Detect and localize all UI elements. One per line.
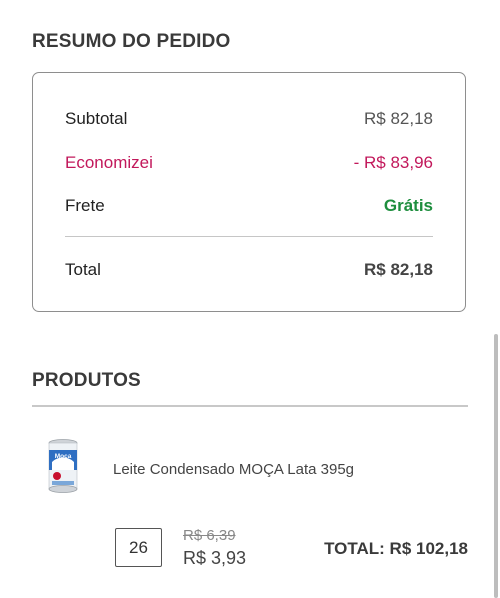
savings-value: - R$ 83,96 [353,153,433,172]
products-divider [32,405,468,407]
shipping-label: Frete [65,196,105,215]
total-row: Total R$ 82,18 [65,260,433,280]
scrollbar[interactable] [494,334,498,598]
total-value: R$ 82,18 [364,260,433,279]
order-summary-title: RESUMO DO PEDIDO [32,31,231,52]
products-title: PRODUTOS [32,370,141,391]
product-image[interactable]: Moça [44,438,82,494]
subtotal-label: Subtotal [65,109,128,128]
savings-row: Economizei - R$ 83,96 [65,153,433,173]
subtotal-value: R$ 82,18 [364,109,433,128]
product-name[interactable]: Leite Condensado MOÇA Lata 395g [113,461,354,478]
savings-label: Economizei [65,153,153,172]
shipping-value: Grátis [383,196,433,215]
product-old-price: R$ 6,39 [183,527,236,544]
subtotal-row: Subtotal R$ 82,18 [65,109,433,129]
total-label: Total [65,260,101,279]
quantity-field[interactable]: 26 [115,528,162,567]
product-brand-text: Moça [55,453,72,460]
product-price: R$ 3,93 [183,548,247,568]
order-summary-card: Subtotal R$ 82,18 Economizei - R$ 83,96 … [32,72,466,312]
quantity-value: 26 [129,537,148,557]
summary-divider [65,236,433,237]
product-total: TOTAL: R$ 102,18 [324,539,468,558]
shipping-row: Frete Grátis [65,196,433,216]
